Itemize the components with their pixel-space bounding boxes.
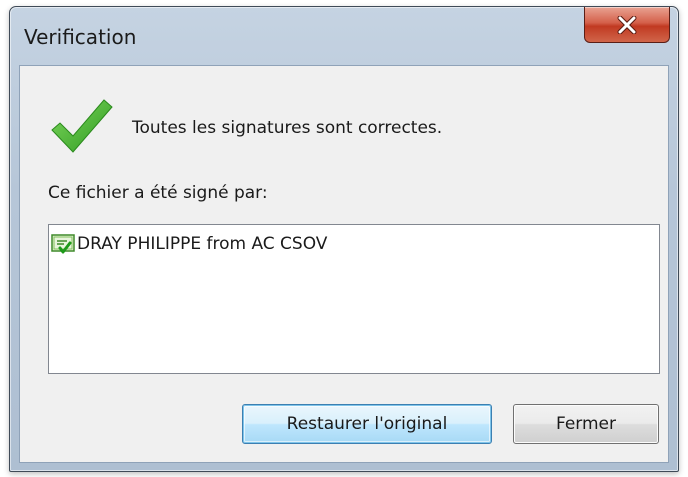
signer-label: DRAY PHILIPPE from AC CSOV bbox=[77, 234, 328, 254]
checkmark-icon bbox=[46, 90, 116, 160]
close-icon bbox=[617, 15, 637, 34]
status-message: Toutes les signatures sont correctes. bbox=[132, 118, 443, 138]
close-dialog-button[interactable]: Fermer bbox=[513, 404, 659, 444]
restore-original-button[interactable]: Restaurer l'original bbox=[242, 404, 492, 444]
window-title: Verification bbox=[24, 25, 137, 49]
signer-list[interactable]: DRAY PHILIPPE from AC CSOV bbox=[48, 224, 660, 374]
dialog-content: Toutes les signatures sont correctes. Ce… bbox=[19, 65, 669, 463]
close-button[interactable] bbox=[584, 7, 670, 43]
verification-dialog: Verification Toutes les signatures sont … bbox=[9, 6, 679, 472]
list-item[interactable]: DRAY PHILIPPE from AC CSOV bbox=[51, 233, 327, 255]
certificate-icon bbox=[51, 233, 75, 255]
title-bar[interactable]: Verification bbox=[10, 7, 678, 65]
signed-by-label: Ce fichier a été signé par: bbox=[48, 183, 268, 203]
